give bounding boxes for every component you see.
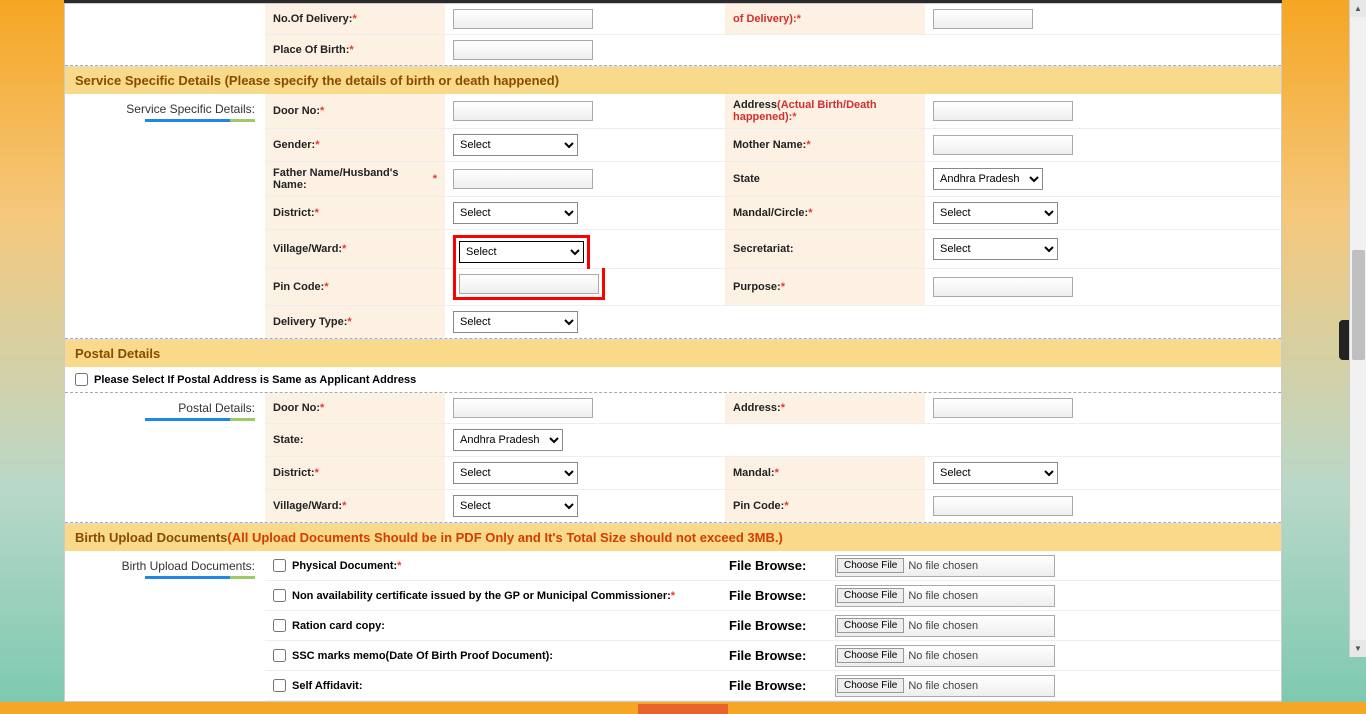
upload-doc-checkbox[interactable] bbox=[273, 619, 286, 632]
svc-pincode-input[interactable] bbox=[459, 274, 599, 294]
svc-address-label: Address(Actual Birth/Death happened):* bbox=[725, 94, 925, 128]
svc-gender-label: Gender:* bbox=[265, 129, 445, 161]
scroll-down-arrow[interactable]: ▼ bbox=[1350, 640, 1366, 657]
pst-pincode-label: Pin Code:* bbox=[725, 490, 925, 522]
upload-row: Self Affidavit:File Browse:Choose File No… bbox=[265, 671, 1281, 701]
svc-doorno-input[interactable] bbox=[453, 101, 593, 121]
no-file-text: No file chosen bbox=[908, 650, 978, 662]
postal-same-checkbox[interactable] bbox=[75, 373, 88, 386]
file-browse-label: File Browse: bbox=[725, 678, 835, 693]
upload-doc-checkbox[interactable] bbox=[273, 559, 286, 572]
scroll-up-arrow[interactable]: ▲ bbox=[1350, 0, 1366, 17]
svc-mother-label: Mother Name:* bbox=[725, 129, 925, 161]
place-of-birth-input[interactable] bbox=[453, 40, 593, 60]
svc-purpose-label: Purpose:* bbox=[725, 269, 925, 305]
choose-file-button[interactable]: Choose File bbox=[837, 618, 904, 633]
pst-doorno-input[interactable] bbox=[453, 398, 593, 418]
no-file-text: No file chosen bbox=[908, 680, 978, 692]
choose-file-button[interactable]: Choose File bbox=[837, 648, 904, 663]
no-of-delivery-label: No.Of Delivery:* bbox=[265, 4, 445, 34]
svc-village-label: Village/Ward:* bbox=[265, 230, 445, 268]
file-chooser[interactable]: Choose File No file chosen bbox=[835, 585, 1055, 607]
svc-secretariat-select[interactable]: Select bbox=[933, 238, 1058, 260]
pst-pincode-input[interactable] bbox=[933, 496, 1073, 516]
pst-address-input[interactable] bbox=[933, 398, 1073, 418]
service-side-label: Service Specific Details: bbox=[65, 94, 265, 338]
pst-district-select[interactable]: Select bbox=[453, 462, 578, 484]
no-file-text: No file chosen bbox=[908, 620, 978, 632]
upload-row: Ration card copy:File Browse:Choose File… bbox=[265, 611, 1281, 641]
svc-mandal-label: Mandal/Circle:* bbox=[725, 197, 925, 229]
svc-mandal-select[interactable]: Select bbox=[933, 202, 1058, 224]
svc-state-select[interactable]: Andhra Pradesh bbox=[933, 168, 1043, 190]
upload-doc-checkbox[interactable] bbox=[273, 649, 286, 662]
pst-mandal-select[interactable]: Select bbox=[933, 462, 1058, 484]
postal-same-label: Please Select If Postal Address is Same … bbox=[94, 374, 416, 386]
svc-village-select[interactable]: Select bbox=[459, 241, 584, 263]
svc-district-label: District:* bbox=[265, 197, 445, 229]
file-browse-label: File Browse: bbox=[725, 558, 835, 573]
postal-same-row: Please Select If Postal Address is Same … bbox=[65, 367, 1281, 393]
choose-file-button[interactable]: Choose File bbox=[837, 588, 904, 603]
upload-doc-label: Ration card copy: bbox=[265, 614, 725, 637]
pst-village-label: Village/Ward:* bbox=[265, 490, 445, 522]
file-browse-label: File Browse: bbox=[725, 618, 835, 633]
svc-delivery-select[interactable]: Select bbox=[453, 311, 578, 333]
svc-state-label: State bbox=[725, 162, 925, 196]
svc-father-input[interactable] bbox=[453, 169, 593, 189]
upload-doc-checkbox[interactable] bbox=[273, 589, 286, 602]
choose-file-button[interactable]: Choose File bbox=[837, 678, 904, 693]
svc-mother-input[interactable] bbox=[933, 135, 1073, 155]
vertical-scrollbar[interactable]: ▲ ▼ bbox=[1349, 0, 1366, 657]
file-chooser[interactable]: Choose File No file chosen bbox=[835, 675, 1055, 697]
side-indicator bbox=[1339, 320, 1349, 360]
pst-address-label: Address:* bbox=[725, 393, 925, 423]
scroll-thumb[interactable] bbox=[1352, 250, 1365, 360]
pst-state-label: State: bbox=[265, 424, 445, 456]
postal-side-label: Postal Details: bbox=[65, 393, 265, 522]
svc-gender-select[interactable]: Select bbox=[453, 134, 578, 156]
upload-row: SSC marks memo(Date Of Birth Proof Docum… bbox=[265, 641, 1281, 671]
file-chooser[interactable]: Choose File No file chosen bbox=[835, 555, 1055, 577]
of-delivery-label: of Delivery):* bbox=[725, 4, 925, 34]
svc-secretariat-label: Secretariat: bbox=[725, 230, 925, 268]
file-chooser[interactable]: Choose File No file chosen bbox=[835, 645, 1055, 667]
upload-doc-label: Non availability certificate issued by t… bbox=[265, 584, 725, 607]
svc-pincode-label: Pin Code:* bbox=[265, 269, 445, 305]
svc-father-label: Father Name/Husband's Name:* bbox=[265, 162, 445, 196]
svc-address-input[interactable] bbox=[933, 101, 1073, 121]
file-chooser[interactable]: Choose File No file chosen bbox=[835, 615, 1055, 637]
upload-section-header: Birth Upload Documents(All Upload Docume… bbox=[65, 523, 1281, 551]
place-of-birth-label: Place Of Birth:* bbox=[265, 35, 445, 65]
file-browse-label: File Browse: bbox=[725, 648, 835, 663]
upload-side-label: Birth Upload Documents: bbox=[65, 551, 265, 701]
upload-row: Non availability certificate issued by t… bbox=[265, 581, 1281, 611]
service-section-header: Service Specific Details (Please specify… bbox=[65, 66, 1281, 94]
pst-district-label: District:* bbox=[265, 457, 445, 489]
upload-doc-label: Physical Document:* bbox=[265, 554, 725, 577]
top-remnant-block: No.Of Delivery:* of Delivery):* Place Of… bbox=[65, 4, 1281, 66]
svc-district-select[interactable]: Select bbox=[453, 202, 578, 224]
pst-doorno-label: Door No:* bbox=[265, 393, 445, 423]
svc-purpose-input[interactable] bbox=[933, 277, 1073, 297]
no-of-delivery-input[interactable] bbox=[453, 9, 593, 29]
of-delivery-input[interactable] bbox=[933, 9, 1033, 29]
footer-button-partial[interactable] bbox=[638, 704, 728, 714]
pst-mandal-label: Mandal:* bbox=[725, 457, 925, 489]
upload-doc-label: SSC marks memo(Date Of Birth Proof Docum… bbox=[265, 644, 725, 667]
pst-village-select[interactable]: Select bbox=[453, 495, 578, 517]
file-browse-label: File Browse: bbox=[725, 588, 835, 603]
upload-doc-checkbox[interactable] bbox=[273, 679, 286, 692]
pst-state-select[interactable]: Andhra Pradesh bbox=[453, 429, 563, 451]
svc-doorno-label: Door No:* bbox=[265, 94, 445, 128]
upload-row: Physical Document:*File Browse:Choose Fi… bbox=[265, 551, 1281, 581]
choose-file-button[interactable]: Choose File bbox=[837, 558, 904, 573]
no-file-text: No file chosen bbox=[908, 590, 978, 602]
upload-doc-label: Self Affidavit: bbox=[265, 674, 725, 697]
svc-delivery-label: Delivery Type:* bbox=[265, 306, 445, 338]
no-file-text: No file chosen bbox=[908, 560, 978, 572]
postal-section-header: Postal Details bbox=[65, 339, 1281, 367]
